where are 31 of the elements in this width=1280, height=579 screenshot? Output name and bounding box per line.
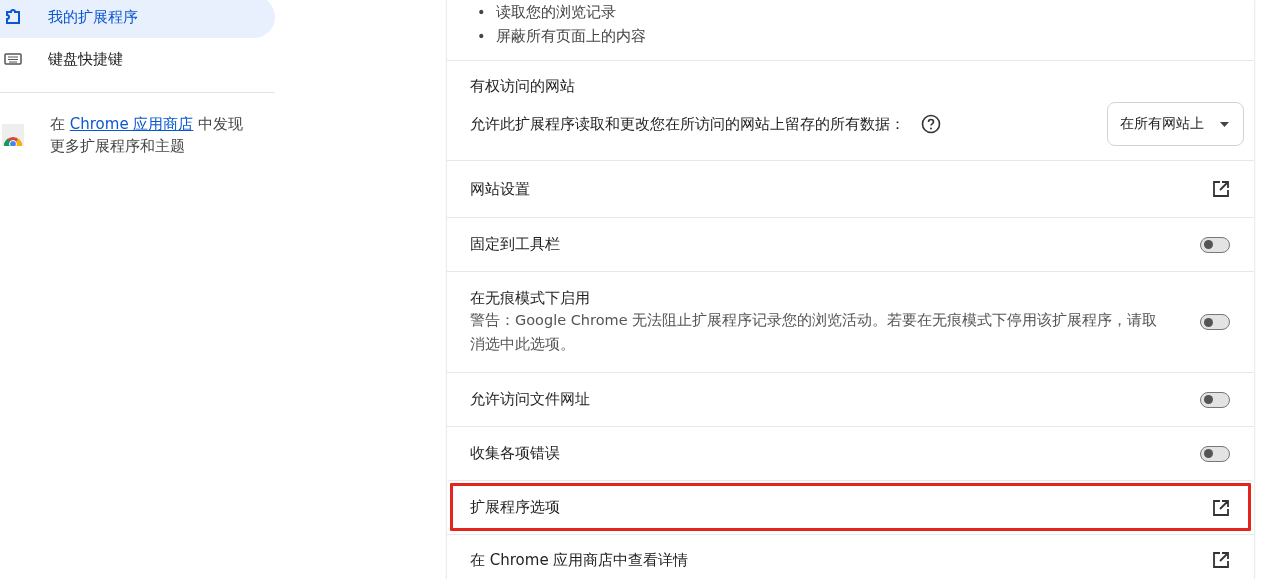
- section-heading: 有权访问的网站: [470, 77, 576, 96]
- row-label: 扩展程序选项: [470, 498, 560, 517]
- external-link-icon[interactable]: [1212, 498, 1230, 517]
- toggle-switch[interactable]: [1200, 445, 1230, 462]
- row-label: 在 Chrome 应用商店中查看详情: [470, 550, 689, 570]
- row-description: 警告：Google Chrome 无法阻止扩展程序记录您的浏览活动。若要在无痕模式下停用该扩展程序，请取消选中此选项。: [470, 310, 1159, 354]
- toggle-switch[interactable]: [1200, 236, 1230, 253]
- row-label: 在无痕模式下启用: [470, 288, 591, 308]
- caret-icon: [1220, 121, 1229, 127]
- sidebar-item[interactable]: 我的扩展程序: [0, 0, 275, 38]
- external-link-icon[interactable]: [1212, 551, 1230, 569]
- puzzle-icon: [4, 8, 22, 26]
- keyboard-icon: [4, 53, 22, 65]
- bullet-marker: •: [477, 3, 486, 22]
- row-label: 固定到工具栏: [470, 235, 560, 254]
- toggle-switch[interactable]: [1200, 391, 1230, 408]
- toggle-switch[interactable]: [1200, 314, 1230, 330]
- permission-item: 屏蔽所有页面上的内容: [495, 27, 646, 46]
- sidebar-item[interactable]: 键盘快捷键: [0, 38, 275, 80]
- site-access-label: 允许此扩展程序读取和更改您在所访问的网站上留存的所有数据：: [470, 114, 905, 134]
- row-label: 允许访问文件网址: [470, 390, 590, 409]
- bullet-marker: •: [477, 27, 486, 46]
- help-icon[interactable]: [921, 114, 941, 134]
- external-link-icon[interactable]: [1212, 180, 1230, 198]
- store-link[interactable]: Chrome 应用商店: [69, 115, 194, 133]
- site-access-select[interactable]: 在所有网站上: [1107, 102, 1244, 146]
- permission-item: 读取您的浏览记录: [495, 3, 616, 22]
- row-label: 收集各项错误: [470, 444, 560, 463]
- chrome-store-icon: [2, 124, 24, 146]
- row-label: 网站设置: [470, 179, 530, 199]
- promo-text: 在 Chrome 应用商店 中发现更多扩展程序和主题: [50, 114, 245, 157]
